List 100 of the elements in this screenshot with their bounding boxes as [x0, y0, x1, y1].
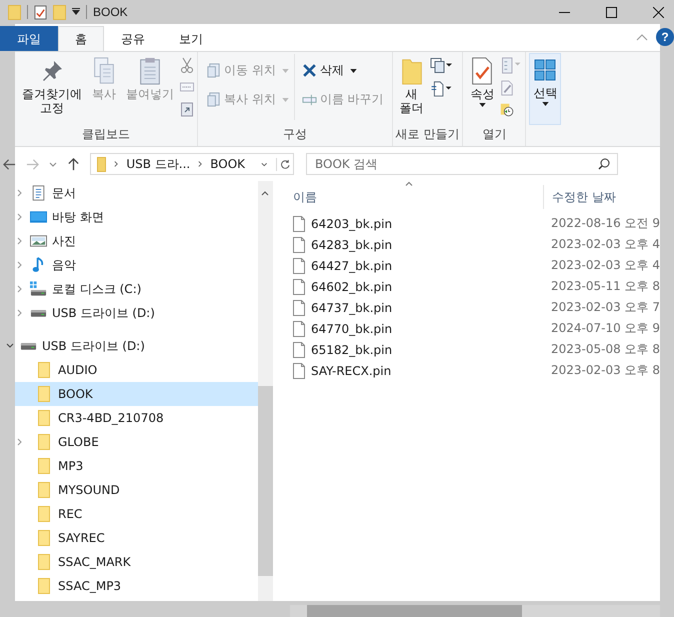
open-icon[interactable]: [500, 57, 522, 74]
file-name[interactable]: 64602_bk.pin: [310, 280, 551, 294]
nav-item[interactable]: BOOK: [15, 382, 258, 406]
rename-icon: [302, 92, 317, 107]
copy-pages-icon: [206, 63, 221, 78]
help-button[interactable]: ?: [656, 28, 674, 46]
nav-item[interactable]: 로컬 디스크 (C:): [15, 277, 258, 301]
nav-item[interactable]: USB 드라이브 (D:): [5, 334, 258, 358]
forward-arrow-icon[interactable]: [26, 158, 39, 170]
pin-button[interactable]: 즐겨찾기에 고정: [18, 54, 86, 119]
search-field[interactable]: BOOK 검색: [306, 153, 618, 175]
table-cell: 2023-02-03 오후 7: [550, 299, 660, 316]
collapsed-chevron-icon[interactable]: [16, 309, 24, 317]
dropdown-arrow-icon: [542, 102, 549, 106]
clipboard-icon: [138, 57, 162, 85]
file-name[interactable]: 64737_bk.pin: [310, 300, 551, 314]
ribbon-tab[interactable]: 보기: [162, 26, 220, 51]
table-cell: 2023-02-03 오후 8: [550, 362, 660, 379]
paste-shortcut-icon[interactable]: [180, 101, 194, 117]
breadcrumb[interactable]: USB 드라...: [126, 156, 190, 172]
file-menu-tab[interactable]: 파일: [0, 26, 58, 51]
scissors-icon[interactable]: [180, 57, 194, 73]
dropdown-arrow-icon: [282, 68, 289, 72]
edit-icon[interactable]: [500, 80, 514, 96]
collapsed-chevron-icon[interactable]: [16, 261, 24, 269]
ribbon-tab[interactable]: 홈: [58, 26, 104, 51]
nav-item[interactable]: 바탕 화면: [15, 205, 258, 229]
scrollbar-thumb[interactable]: [307, 605, 522, 617]
collapse-ribbon-icon[interactable]: [636, 33, 648, 41]
file-icon: [292, 342, 305, 358]
nav-item[interactable]: AUDIO: [15, 358, 258, 382]
dropdown-arrow-icon: [350, 68, 357, 72]
file-icon: [292, 236, 305, 252]
copy-icon: [92, 57, 116, 85]
select-button[interactable]: 선택: [529, 53, 562, 125]
breadcrumb[interactable]: BOOK: [210, 157, 246, 171]
nav-item[interactable]: 사진: [15, 229, 258, 253]
folder-icon: [38, 386, 50, 402]
address-bar[interactable]: USB 드라... BOOK: [90, 153, 294, 175]
nav-item[interactable]: CR3-4BD_210708: [15, 406, 258, 430]
new-item-icon[interactable]: [430, 57, 452, 74]
scroll-up-icon[interactable]: [261, 191, 270, 196]
local-disk-icon: [30, 281, 47, 297]
dropdown-arrow-icon: [478, 103, 486, 108]
collapsed-chevron-icon[interactable]: [16, 213, 24, 221]
dropdown-arrow-icon: [282, 98, 289, 102]
file-name[interactable]: 64427_bk.pin: [310, 258, 551, 272]
table-cell: 2023-02-03 오후 4: [550, 257, 660, 274]
file-name[interactable]: 64770_bk.pin: [310, 322, 551, 336]
scrollbar-thumb[interactable]: [258, 386, 273, 576]
nav-item[interactable]: MYSOUND: [15, 478, 258, 502]
easy-access-icon[interactable]: [430, 80, 452, 97]
nav-item[interactable]: SSAC_MARK: [15, 550, 258, 574]
folder-icon: [38, 554, 50, 570]
nav-item[interactable]: 문서: [15, 181, 258, 205]
chevron-icon[interactable]: [198, 160, 202, 168]
nav-item[interactable]: SSAC_MP3: [15, 574, 258, 598]
collapsed-chevron-icon[interactable]: [16, 438, 24, 446]
checklist-icon[interactable]: [34, 4, 47, 20]
nav-item[interactable]: GLOBE: [15, 430, 258, 454]
copy-pages-icon: [206, 92, 221, 107]
back-arrow-icon[interactable]: [3, 158, 16, 170]
file-icon: [292, 320, 305, 336]
up-arrow-icon[interactable]: [67, 158, 80, 170]
chevron-icon[interactable]: [114, 160, 118, 168]
recent-locations-icon[interactable]: [49, 162, 57, 166]
nav-item[interactable]: REC: [15, 502, 258, 526]
scrollbar[interactable]: [258, 181, 273, 601]
new-folder-button[interactable]: 새 폴더: [396, 54, 428, 119]
column-header[interactable]: 수정한 날짜: [542, 185, 616, 209]
table-cell: 2023-05-08 오후 8: [550, 341, 660, 358]
nav-item[interactable]: MP3: [15, 454, 258, 478]
folder-icon: [38, 434, 50, 450]
file-name[interactable]: 64283_bk.pin: [310, 238, 551, 252]
dropdown-arrow-icon[interactable]: [72, 8, 80, 16]
horizontal-scrollbar[interactable]: [290, 605, 660, 617]
file-name[interactable]: SAY-RECX.pin: [310, 364, 551, 378]
folder-icon: [38, 506, 50, 522]
ribbon-group-label: 새로 만들기: [396, 127, 460, 141]
properties-button[interactable]: 속성: [466, 54, 498, 110]
column-header[interactable]: 이름: [280, 188, 543, 206]
collapsed-chevron-icon[interactable]: [16, 285, 24, 293]
ribbon-tab[interactable]: 공유: [104, 26, 162, 51]
folder-icon: [38, 362, 50, 378]
folder-icon: [38, 458, 50, 474]
close-icon: [302, 63, 317, 78]
sort-up-icon: [404, 181, 413, 187]
nav-item[interactable]: SAYREC: [15, 526, 258, 550]
ribbon-button[interactable]: 삭제: [298, 60, 387, 81]
close-icon[interactable]: [653, 6, 664, 18]
maximize-icon[interactable]: [606, 6, 617, 18]
nav-item[interactable]: 음악: [15, 253, 258, 277]
file-name[interactable]: 65182_bk.pin: [310, 342, 551, 356]
collapsed-chevron-icon[interactable]: [16, 237, 24, 245]
history-icon[interactable]: [500, 102, 514, 118]
collapsed-chevron-icon[interactable]: [16, 189, 24, 197]
nav-item[interactable]: USB 드라이브 (D:): [15, 301, 258, 325]
folder-icon: [400, 57, 424, 85]
file-name[interactable]: 64203_bk.pin: [310, 216, 551, 230]
expanded-chevron-icon[interactable]: [6, 342, 14, 350]
